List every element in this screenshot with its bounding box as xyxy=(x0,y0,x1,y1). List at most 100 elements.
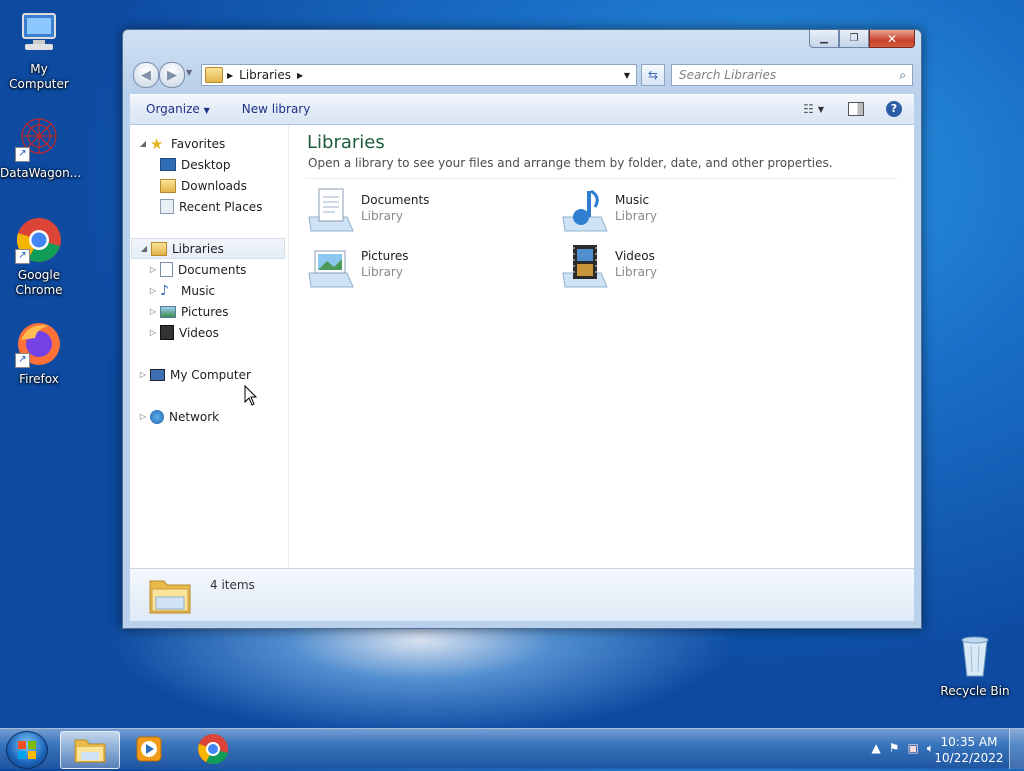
volume-icon[interactable]: 🔈︎ xyxy=(927,741,934,756)
pictures-library-icon xyxy=(307,243,355,291)
nav-downloads[interactable]: Downloads xyxy=(158,175,247,196)
recent-pages-dropdown[interactable]: ▼ xyxy=(186,68,192,77)
taskbar: ▲ ⚑ ▣ 🔈︎ 10:35 AM 10/22/2022 xyxy=(0,728,1024,769)
page-title: Libraries xyxy=(307,132,385,153)
chevron-down-icon[interactable]: ▼ xyxy=(818,105,824,114)
address-dropdown-icon[interactable]: ▼ xyxy=(624,71,630,80)
desktop-icon-label: Recycle Bin xyxy=(940,684,1010,698)
star-icon: ★ xyxy=(150,134,164,153)
new-library-button[interactable]: New library xyxy=(226,102,327,116)
divider xyxy=(306,178,898,179)
downloads-folder-icon xyxy=(160,178,176,193)
library-tile-videos[interactable]: Videos Library xyxy=(561,243,781,291)
desktop-icon-label: Google Chrome xyxy=(15,268,63,297)
page-subtitle: Open a library to see your files and arr… xyxy=(308,156,833,170)
library-tile-music[interactable]: Music Library xyxy=(561,187,781,235)
arrow-left-icon: ◀ xyxy=(141,67,151,83)
start-button[interactable] xyxy=(6,731,48,769)
item-count: 4 items xyxy=(210,578,255,592)
search-box[interactable]: Search Libraries ⌕ xyxy=(671,64,913,86)
taskbar-explorer[interactable] xyxy=(60,731,120,769)
shortcut-arrow-icon: ↗ xyxy=(15,147,30,162)
nav-desktop[interactable]: Desktop xyxy=(158,154,231,175)
search-icon: ⌕ xyxy=(899,67,906,82)
recycle-bin-icon xyxy=(951,632,999,680)
close-icon: ✕ xyxy=(886,31,898,46)
refresh-icon: ⇆ xyxy=(647,68,659,82)
desktop-icon-label: DataWagon... xyxy=(0,166,82,180)
taskbar-media-player[interactable] xyxy=(120,731,178,767)
chevron-down-icon: ▼ xyxy=(203,106,210,115)
breadcrumb-separator-icon: ▶ xyxy=(296,70,304,80)
nav-documents[interactable]: ▷ Documents xyxy=(148,259,246,280)
notification-area: ▲ ⚑ ▣ 🔈︎ xyxy=(871,741,934,756)
collapsed-triangle-icon[interactable]: ▷ xyxy=(148,307,158,316)
desktop-icon-firefox[interactable]: ↗ Firefox xyxy=(0,320,78,387)
music-library-icon xyxy=(561,187,609,235)
preview-pane-button[interactable] xyxy=(848,102,864,116)
minimize-button[interactable]: ▁ xyxy=(809,30,839,48)
breadcrumb-separator-icon: ▶ xyxy=(227,70,234,80)
libraries-icon xyxy=(151,241,167,256)
maximize-button[interactable]: ❐ xyxy=(839,30,869,48)
show-hidden-icons-button[interactable]: ▲ xyxy=(871,741,880,756)
restore-icon: ❐ xyxy=(849,33,859,44)
clock[interactable]: 10:35 AM 10/22/2022 xyxy=(934,734,1004,766)
music-note-icon: ♪ xyxy=(160,282,169,299)
windows-logo-icon xyxy=(18,741,36,759)
nav-network[interactable]: ▷ Network xyxy=(138,406,219,427)
nav-music[interactable]: ▷ ♪ Music xyxy=(148,280,215,301)
explorer-body: ◢ ★ Favorites Desktop Downloads Recent P… xyxy=(130,125,914,568)
collapsed-triangle-icon[interactable]: ▷ xyxy=(148,328,158,337)
collapsed-triangle-icon[interactable]: ▷ xyxy=(138,412,148,421)
back-button[interactable]: ◀ xyxy=(133,62,159,88)
close-button[interactable]: ✕ xyxy=(869,30,915,48)
expanded-triangle-icon: ◢ xyxy=(140,244,148,253)
organize-button[interactable]: Organize ▼ xyxy=(130,102,226,116)
clock-time: 10:35 AM xyxy=(940,735,998,749)
refresh-button[interactable]: ⇆ xyxy=(641,64,665,86)
explorer-window: ▁ ❐ ✕ ◀ ▶ ▼ ▶ Libraries ▶ ▼ ⇆ Search Lib… xyxy=(122,29,922,629)
minimize-icon: ▁ xyxy=(820,33,828,44)
desktop-icon-my-computer[interactable]: My Computer xyxy=(0,10,78,92)
address-bar[interactable]: ▶ Libraries ▶ ▼ xyxy=(201,64,637,86)
library-tile-pictures[interactable]: Pictures Library xyxy=(307,243,527,291)
change-view-button[interactable]: ☷ xyxy=(803,102,814,116)
collapsed-triangle-icon[interactable]: ▷ xyxy=(138,370,148,379)
media-player-icon xyxy=(136,736,162,762)
taskbar-chrome[interactable] xyxy=(184,731,242,767)
help-button[interactable]: ? xyxy=(886,101,902,117)
nav-libraries[interactable]: ◢ Libraries xyxy=(131,238,285,259)
collapsed-triangle-icon[interactable]: ▷ xyxy=(148,286,158,295)
nav-recent-places[interactable]: Recent Places xyxy=(158,196,262,217)
content-pane: Libraries Open a library to see your fil… xyxy=(289,125,914,568)
recent-places-icon xyxy=(160,199,174,214)
nav-my-computer[interactable]: ▷ My Computer xyxy=(138,364,251,385)
breadcrumb-libraries[interactable]: Libraries xyxy=(239,68,291,82)
network-status-icon[interactable]: ▣ xyxy=(907,741,918,756)
nav-pictures[interactable]: ▷ Pictures xyxy=(148,301,229,322)
forward-button[interactable]: ▶ xyxy=(159,62,185,88)
chrome-icon xyxy=(198,734,228,765)
nav-videos[interactable]: ▷ Videos xyxy=(148,322,219,343)
library-tile-documents[interactable]: Documents Library xyxy=(307,187,527,235)
chrome-icon: ↗ xyxy=(15,216,63,264)
shortcut-arrow-icon: ↗ xyxy=(15,353,30,368)
desktop-icon-chrome[interactable]: ↗ Google Chrome xyxy=(0,216,78,298)
navigation-pane: ◢ ★ Favorites Desktop Downloads Recent P… xyxy=(130,125,289,568)
clock-date: 10/22/2022 xyxy=(934,751,1004,765)
show-desktop-button[interactable] xyxy=(1009,729,1024,769)
videos-library-icon xyxy=(561,243,609,291)
action-center-icon[interactable]: ⚑ xyxy=(889,741,900,756)
collapsed-triangle-icon[interactable]: ▷ xyxy=(148,265,158,274)
desktop-icon-recycle-bin[interactable]: Recycle Bin xyxy=(936,632,1014,699)
nav-favorites[interactable]: ◢ ★ Favorites xyxy=(138,133,225,154)
film-icon xyxy=(160,325,174,340)
search-input[interactable]: Search Libraries xyxy=(672,68,899,82)
address-row: ◀ ▶ ▼ ▶ Libraries ▶ ▼ ⇆ Search Libraries… xyxy=(131,62,915,88)
network-icon xyxy=(150,409,164,424)
desktop-icon-datawagon[interactable]: ↗ DataWagon... xyxy=(0,114,82,181)
desktop-icon-label: My Computer xyxy=(9,62,69,91)
datawagon-icon: ↗ xyxy=(15,114,63,162)
desktop-icon xyxy=(160,158,176,171)
